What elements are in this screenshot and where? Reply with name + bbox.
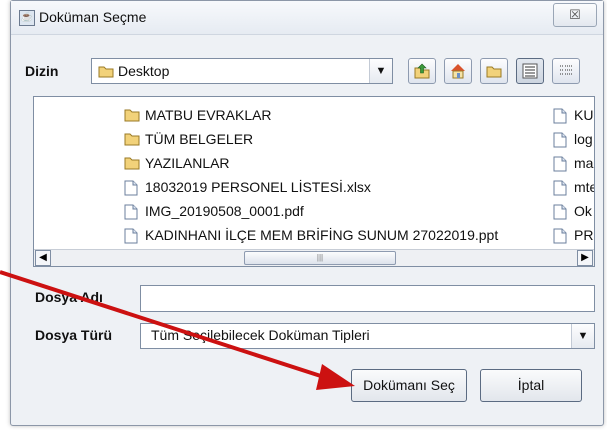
red-pointer-arrow: [0, 270, 355, 390]
